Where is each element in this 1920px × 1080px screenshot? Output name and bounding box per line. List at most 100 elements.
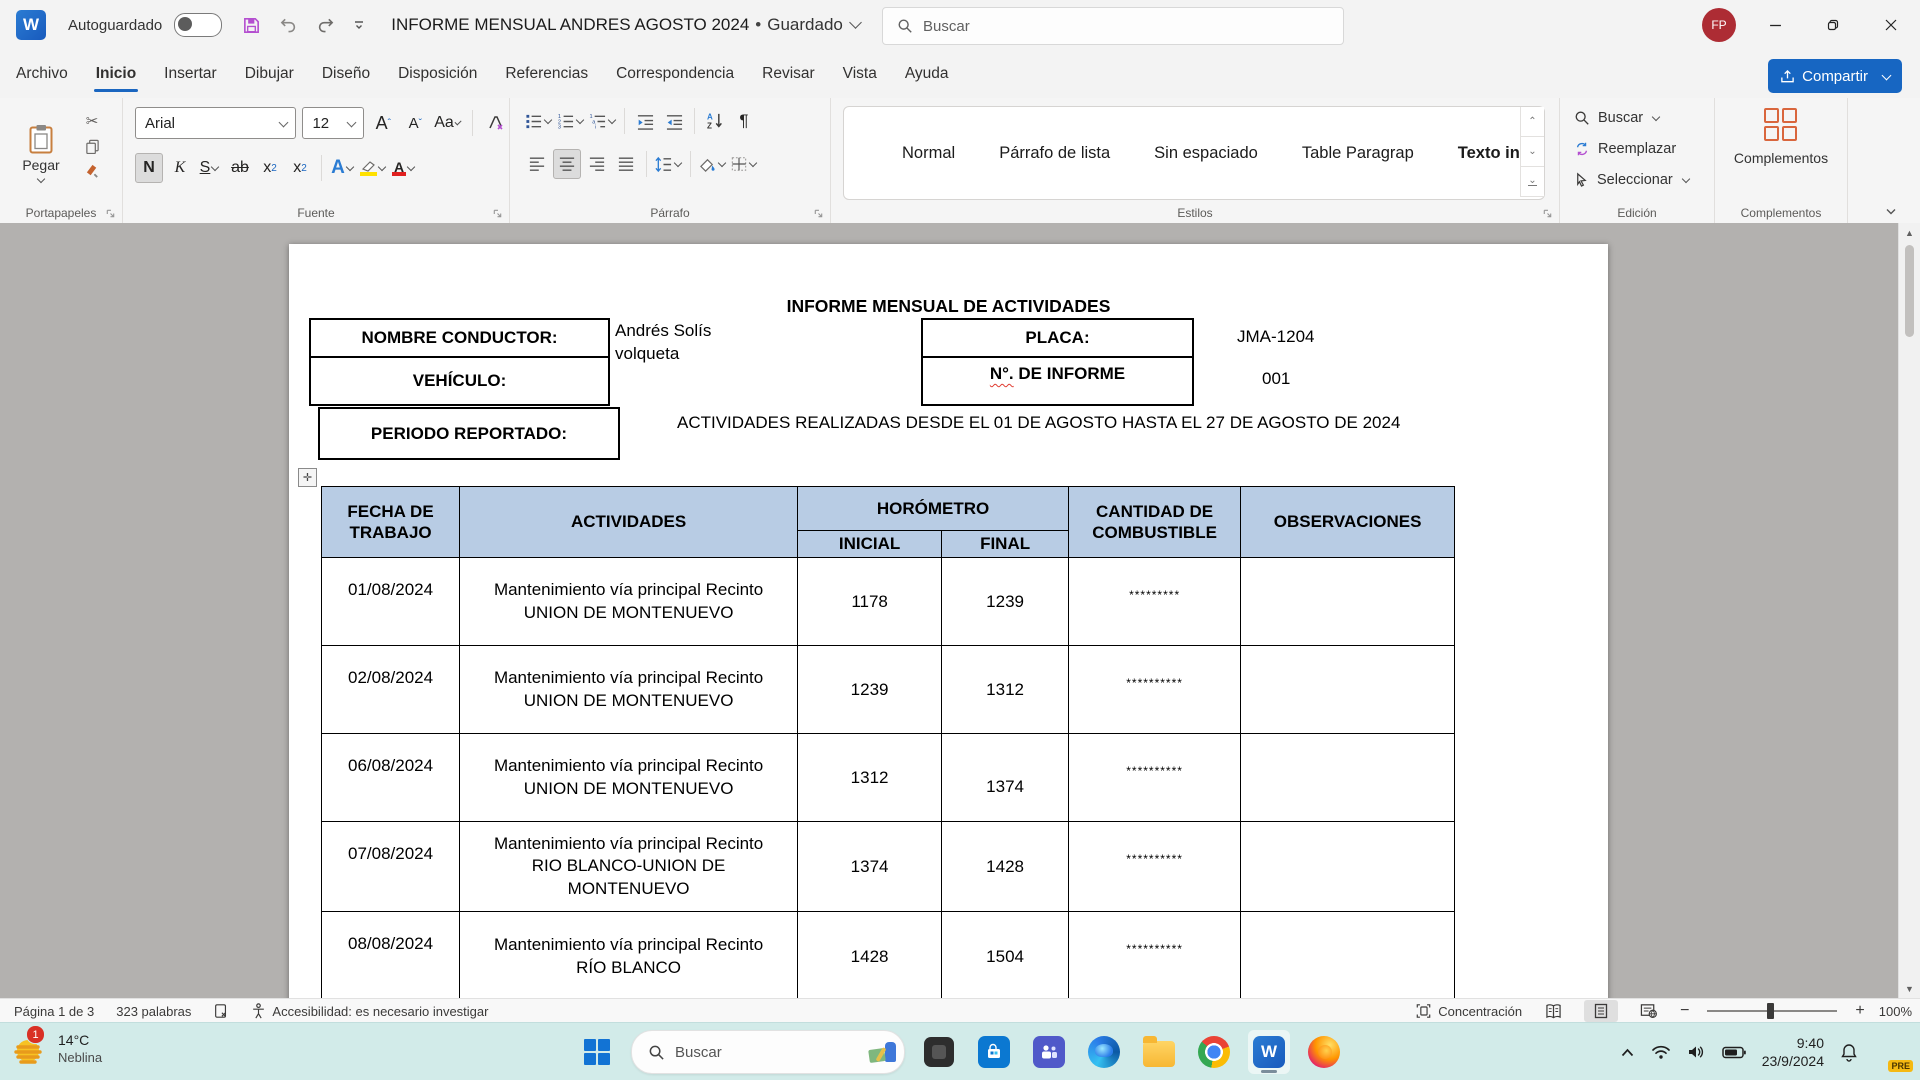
- paste-button[interactable]: Pegar: [10, 106, 72, 201]
- dark-app-icon[interactable]: [918, 1030, 960, 1074]
- styles-scroll-down[interactable]: ⌄: [1520, 137, 1544, 167]
- notification-bell-icon[interactable]: [1840, 1043, 1858, 1062]
- share-button[interactable]: Compartir: [1768, 59, 1902, 93]
- account-avatar[interactable]: FP: [1702, 8, 1736, 42]
- portapapeles-dialog-launcher[interactable]: [105, 208, 116, 219]
- zoom-level[interactable]: 100%: [1879, 1004, 1912, 1019]
- shrink-font-button[interactable]: Aˇ: [402, 109, 428, 137]
- tab-dibujar[interactable]: Dibujar: [233, 52, 306, 96]
- close-button[interactable]: [1862, 0, 1920, 50]
- italic-button[interactable]: K: [167, 154, 193, 182]
- fuente-dialog-launcher[interactable]: [492, 208, 503, 219]
- subscript-button[interactable]: x2: [257, 154, 283, 182]
- weather-widget[interactable]: 1 14°C Neblina: [10, 1029, 102, 1071]
- wifi-icon[interactable]: [1651, 1044, 1671, 1060]
- search-input[interactable]: Buscar: [882, 7, 1344, 45]
- minimize-button[interactable]: [1746, 0, 1804, 50]
- scroll-up-icon[interactable]: ▲: [1899, 223, 1920, 242]
- page-indicator[interactable]: Página 1 de 3: [14, 1004, 94, 1019]
- tab-ayuda[interactable]: Ayuda: [893, 52, 961, 96]
- shading-button[interactable]: [698, 150, 727, 178]
- web-layout-button[interactable]: [1632, 1000, 1666, 1022]
- document-title[interactable]: INFORME MENSUAL ANDRES AGOSTO 2024•Guard…: [391, 15, 860, 35]
- autosave-toggle[interactable]: [174, 13, 222, 37]
- print-layout-button[interactable]: [1584, 1000, 1618, 1022]
- tab-revisar[interactable]: Revisar: [750, 52, 827, 96]
- redo-icon[interactable]: [316, 16, 335, 35]
- strikethrough-button[interactable]: ab: [227, 154, 253, 182]
- tab-correspondencia[interactable]: Correspondencia: [604, 52, 746, 96]
- select-button[interactable]: Seleccionar: [1574, 168, 1714, 191]
- battery-icon[interactable]: [1722, 1046, 1746, 1059]
- zoom-slider-thumb[interactable]: [1767, 1003, 1774, 1019]
- zoom-out-button[interactable]: −: [1680, 1002, 1689, 1020]
- tab-vista[interactable]: Vista: [831, 52, 889, 96]
- firefox-icon[interactable]: [1303, 1030, 1345, 1074]
- style-sin-espaciado[interactable]: Sin espaciado: [1132, 144, 1280, 163]
- restore-button[interactable]: [1804, 0, 1862, 50]
- bold-button[interactable]: N: [135, 153, 163, 183]
- show-paragraph-marks-button[interactable]: ¶: [731, 107, 757, 135]
- parrafo-dialog-launcher[interactable]: [813, 208, 824, 219]
- superscript-button[interactable]: x2: [287, 154, 313, 182]
- font-name-combo[interactable]: Arial: [135, 107, 296, 139]
- taskbar-search[interactable]: Buscar: [631, 1030, 905, 1074]
- styles-more-button[interactable]: ⌄: [1520, 167, 1544, 197]
- align-center-button[interactable]: [553, 149, 581, 179]
- clock[interactable]: 9:40 23/9/2024: [1762, 1034, 1824, 1070]
- bullet-list-button[interactable]: [524, 107, 553, 135]
- sort-button[interactable]: AZ: [702, 107, 728, 135]
- cut-icon[interactable]: ✂: [86, 112, 99, 130]
- document-page[interactable]: INFORME MENSUAL DE ACTIVIDADES NOMBRE CO…: [289, 244, 1608, 998]
- text-effects-button[interactable]: A: [330, 154, 356, 182]
- edge-icon[interactable]: [1083, 1030, 1125, 1074]
- style-normal[interactable]: Normal: [880, 144, 977, 163]
- highlight-color-button[interactable]: [360, 154, 387, 182]
- tab-disposicion[interactable]: Disposición: [386, 52, 489, 96]
- vertical-scrollbar[interactable]: ▲ ▼: [1898, 223, 1920, 998]
- style-table-paragraph[interactable]: Table Paragrap: [1280, 144, 1436, 163]
- save-icon[interactable]: [242, 16, 261, 35]
- tab-archivo[interactable]: Archivo: [4, 52, 80, 96]
- customize-toolbar-icon[interactable]: [353, 19, 365, 31]
- tray-chevron-icon[interactable]: [1620, 1047, 1635, 1058]
- activities-table[interactable]: FECHA DE TRABAJO ACTIVIDADES HORÓMETRO C…: [321, 486, 1455, 998]
- clear-formatting-button[interactable]: [483, 109, 509, 137]
- find-button[interactable]: Buscar: [1574, 106, 1714, 129]
- tab-referencias[interactable]: Referencias: [493, 52, 600, 96]
- font-color-button[interactable]: A: [391, 154, 417, 182]
- estilos-dialog-launcher[interactable]: [1542, 208, 1553, 219]
- copilot-icon[interactable]: PRE: [1874, 1032, 1910, 1072]
- styles-scroll-up[interactable]: ⌃: [1520, 107, 1544, 137]
- accessibility-status[interactable]: Accesibilidad: es necesario investigar: [251, 1003, 488, 1019]
- change-case-button[interactable]: Aa: [434, 109, 462, 137]
- word-taskbar-icon[interactable]: W: [1248, 1030, 1290, 1074]
- tab-insertar[interactable]: Insertar: [152, 52, 229, 96]
- replace-button[interactable]: Reemplazar: [1574, 137, 1714, 160]
- multilevel-list-button[interactable]: 1ai: [588, 107, 617, 135]
- microsoft-store-icon[interactable]: [973, 1030, 1015, 1074]
- start-button[interactable]: [576, 1030, 618, 1074]
- zoom-in-button[interactable]: +: [1855, 1002, 1864, 1020]
- zoom-slider[interactable]: [1707, 1010, 1837, 1012]
- copy-icon[interactable]: [85, 139, 100, 154]
- font-size-combo[interactable]: 12: [302, 107, 364, 139]
- underline-button[interactable]: S: [197, 154, 223, 182]
- increase-indent-button[interactable]: [661, 107, 687, 135]
- focus-mode-button[interactable]: Concentración: [1415, 1003, 1522, 1019]
- undo-icon[interactable]: [279, 16, 298, 35]
- read-mode-button[interactable]: [1536, 1000, 1570, 1022]
- line-spacing-button[interactable]: [654, 150, 683, 178]
- align-right-button[interactable]: [584, 150, 610, 178]
- tab-diseno[interactable]: Diseño: [310, 52, 382, 96]
- grow-font-button[interactable]: Aˆ: [370, 109, 396, 137]
- borders-button[interactable]: [730, 150, 758, 178]
- word-count[interactable]: 323 palabras: [116, 1004, 191, 1019]
- proofing-icon[interactable]: [213, 1003, 229, 1019]
- chrome-icon[interactable]: [1193, 1030, 1235, 1074]
- align-left-button[interactable]: [524, 150, 550, 178]
- tab-inicio[interactable]: Inicio: [84, 52, 148, 96]
- scrollbar-thumb[interactable]: [1905, 245, 1914, 337]
- format-painter-icon[interactable]: [85, 163, 100, 178]
- complementos-button[interactable]: Complementos: [1731, 108, 1831, 166]
